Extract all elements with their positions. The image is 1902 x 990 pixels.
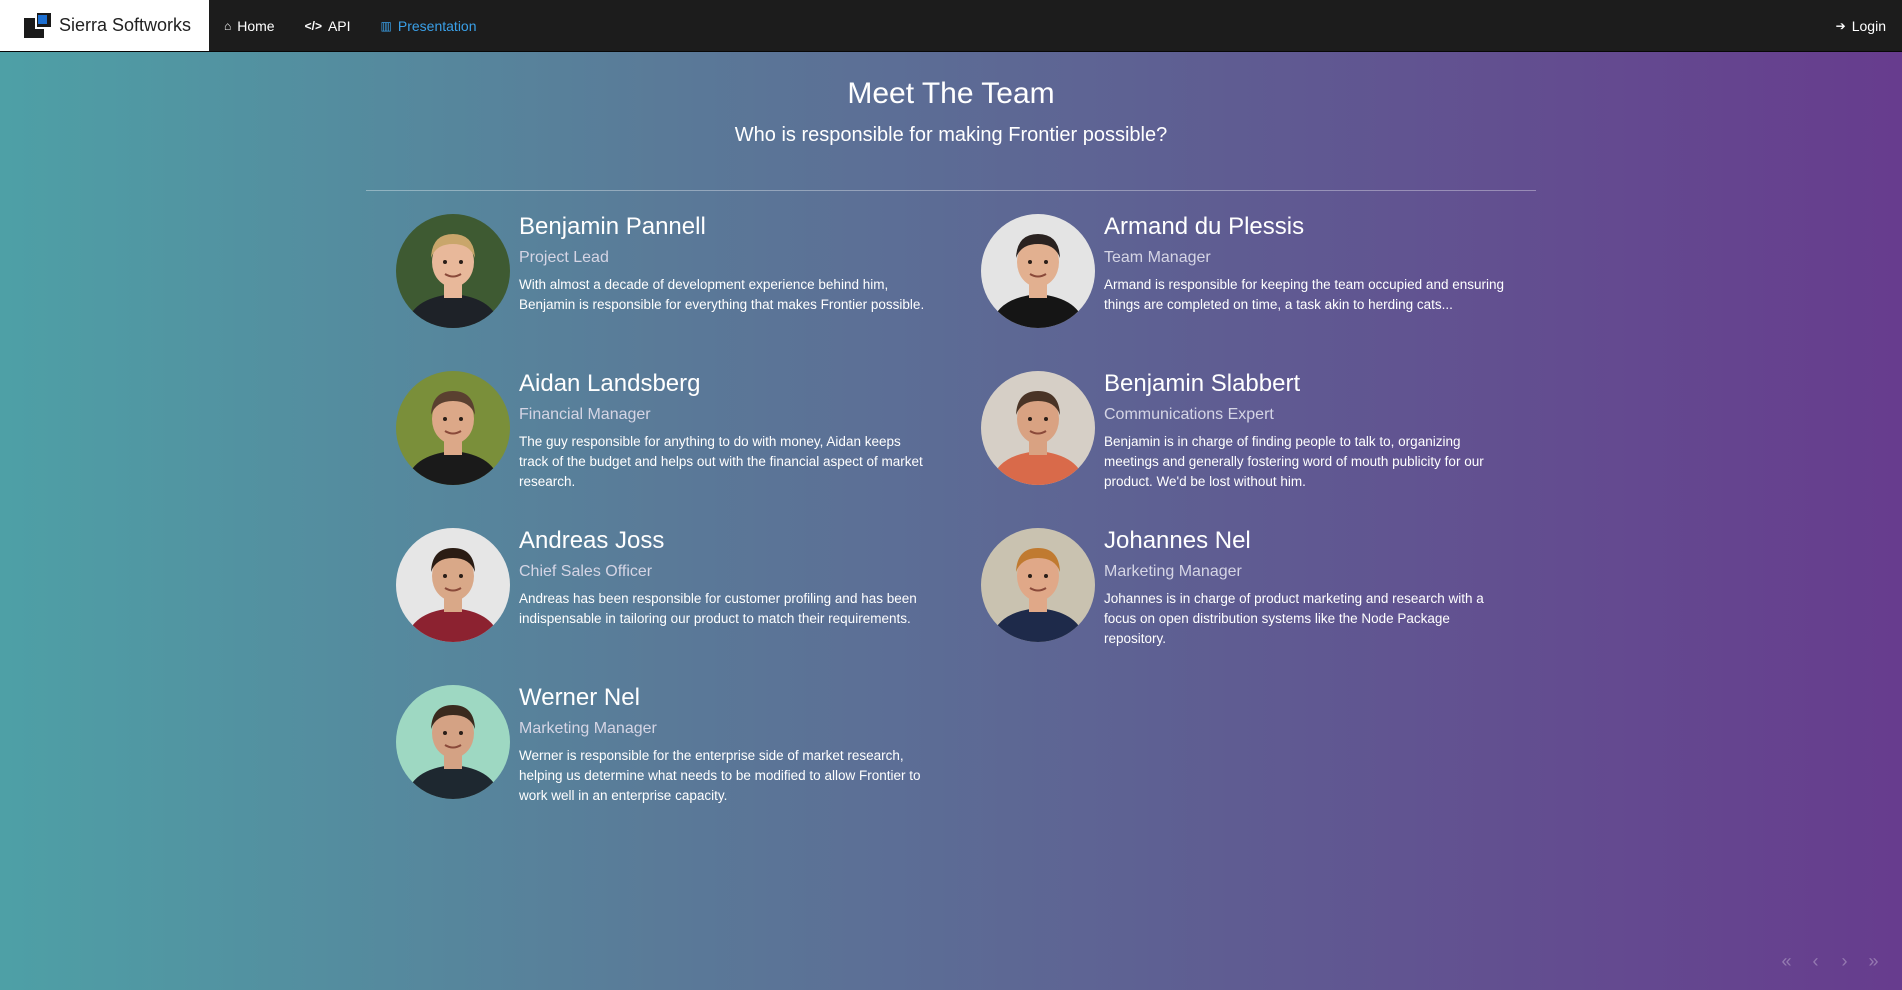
brand-link[interactable]: Sierra Softworks bbox=[0, 0, 209, 51]
team-member-card: Andreas Joss Chief Sales Officer Andreas h… bbox=[366, 506, 926, 646]
member-bio: Andreas has been responsible for custome… bbox=[519, 591, 917, 626]
member-name: Benjamin Slabbert bbox=[1104, 370, 1301, 397]
nav-item-label: API bbox=[327, 17, 351, 34]
team-member-card: Aidan Landsberg Financial Manager The guy … bbox=[366, 349, 926, 489]
code-icon: </> bbox=[304, 18, 322, 33]
member-role: Chief Sales Officer bbox=[519, 563, 653, 580]
page-title: Meet The Team bbox=[847, 77, 1055, 110]
nav-item-home[interactable]: ⌂ Home bbox=[209, 0, 290, 51]
nav-item-label: Presentation bbox=[397, 17, 477, 34]
member-role: Communications Expert bbox=[1104, 406, 1274, 423]
avatar bbox=[981, 214, 1095, 328]
brand-logo-icon bbox=[24, 12, 51, 39]
member-bio: Johannes is in charge of product marketi… bbox=[1104, 591, 1484, 646]
member-name: Benjamin Pannell bbox=[519, 213, 706, 240]
member-name: Werner Nel bbox=[519, 684, 640, 711]
nav-item-presentation[interactable]: ▥ Presentation bbox=[366, 0, 492, 51]
avatar bbox=[396, 214, 510, 328]
team-member-card: Benjamin Pannell Project Lead With almost … bbox=[366, 192, 926, 332]
member-role: Financial Manager bbox=[519, 406, 651, 423]
slide-pager: « ‹ › » bbox=[1778, 951, 1882, 972]
home-icon: ⌂ bbox=[224, 18, 232, 33]
team-member-card: Benjamin Slabbert Communications Expert Be… bbox=[951, 349, 1511, 489]
navbar: Sierra Softworks ⌂ Home </> API ▥ Presen… bbox=[0, 0, 1902, 52]
avatar bbox=[396, 528, 510, 642]
login-link[interactable]: ➔ Login bbox=[1836, 0, 1886, 51]
nav-item-label: Home bbox=[237, 17, 275, 34]
nav-item-api[interactable]: </> API bbox=[290, 0, 366, 51]
member-bio: The guy responsible for anything to do w… bbox=[519, 434, 923, 489]
first-slide-icon[interactable]: « bbox=[1778, 951, 1795, 972]
avatar bbox=[981, 528, 1095, 642]
login-icon: ➔ bbox=[1835, 18, 1846, 33]
member-name: Johannes Nel bbox=[1104, 527, 1251, 554]
member-name: Andreas Joss bbox=[519, 527, 665, 554]
avatar bbox=[396, 371, 510, 485]
team-member-card: Werner Nel Marketing Manager Werner is res… bbox=[366, 663, 926, 803]
member-role: Marketing Manager bbox=[519, 720, 657, 737]
login-label: Login bbox=[1851, 17, 1886, 34]
prev-slide-icon[interactable]: ‹ bbox=[1807, 951, 1824, 972]
member-bio: Werner is responsible for the enterprise… bbox=[519, 748, 921, 803]
member-name: Armand du Plessis bbox=[1104, 213, 1305, 240]
member-role: Team Manager bbox=[1104, 249, 1211, 266]
team-member-card: Johannes Nel Marketing Manager Johannes is… bbox=[951, 506, 1511, 646]
avatar bbox=[981, 371, 1095, 485]
member-bio: Benjamin is in charge of finding people … bbox=[1104, 434, 1484, 489]
team-member-card: Armand du Plessis Team Manager Armand is r… bbox=[951, 192, 1511, 332]
member-bio: Armand is responsible for keeping the te… bbox=[1104, 277, 1504, 312]
member-role: Marketing Manager bbox=[1104, 563, 1242, 580]
member-bio: With almost a decade of development expe… bbox=[519, 277, 925, 312]
bar-chart-icon: ▥ bbox=[380, 18, 392, 33]
nav-menu: ⌂ Home </> API ▥ Presentation bbox=[209, 0, 492, 51]
page-subtitle: Who is responsible for making Frontier p… bbox=[734, 124, 1168, 146]
last-slide-icon[interactable]: » bbox=[1865, 951, 1882, 972]
next-slide-icon[interactable]: › bbox=[1836, 951, 1853, 972]
member-role: Project Lead bbox=[519, 249, 609, 266]
member-name: Aidan Landsberg bbox=[519, 370, 701, 397]
brand-name: Sierra Softworks bbox=[59, 15, 192, 35]
avatar bbox=[396, 685, 510, 799]
divider bbox=[366, 190, 1536, 191]
